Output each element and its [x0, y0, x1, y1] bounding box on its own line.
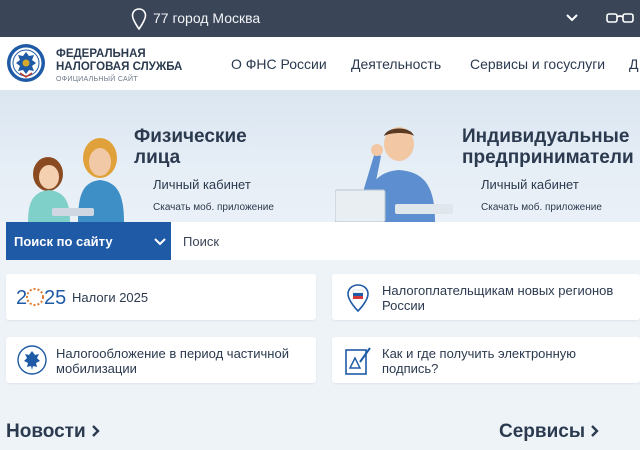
entrepreneurs-cabinet-link[interactable]: Личный кабинет	[481, 177, 579, 192]
family-photo	[28, 138, 124, 222]
document-signature-icon	[345, 347, 371, 375]
entrepreneurs-title-line1[interactable]: Индивидуальные	[462, 126, 629, 148]
nav-truncated-item[interactable]: Д	[629, 56, 638, 72]
entrepreneur-photo	[335, 127, 453, 222]
services-heading-label: Сервисы	[499, 421, 586, 442]
card-e-signature-line1: Как и где получить электронную	[382, 346, 577, 361]
card-mobilization-line2: мобилизации	[56, 361, 137, 376]
card-taxes-label: Налоги 2025	[72, 290, 149, 305]
logo-title-line1[interactable]: ФЕДЕРАЛЬНАЯ	[56, 48, 146, 61]
individuals-app-link[interactable]: Скачать моб. приложение	[153, 202, 274, 213]
taxes-2025-logo-icon: 2 25	[16, 287, 66, 309]
chevron-down-icon	[154, 238, 166, 246]
nav-services[interactable]: Сервисы и госуслуги	[470, 56, 605, 72]
location-pin-icon[interactable]	[131, 8, 147, 30]
entrepreneurs-title-line2[interactable]: предприниматели	[462, 147, 634, 169]
chevron-right-icon	[591, 425, 600, 437]
search-scope-select[interactable]: Поиск по сайту	[6, 222, 171, 260]
individuals-cabinet-link[interactable]: Личный кабинет	[153, 177, 251, 192]
chevron-right-icon	[92, 425, 100, 437]
fns-emblem-icon[interactable]	[6, 43, 46, 83]
news-heading-label: Новости	[6, 421, 86, 442]
nav-about-fns[interactable]: О ФНС России	[231, 56, 327, 72]
card-e-signature[interactable]: Как и где получить электронную подпись?	[332, 337, 640, 383]
logo-subtitle: ОФИЦИАЛЬНЫЙ САЙТ	[56, 76, 138, 83]
search-scope-label: Поиск по сайту	[14, 234, 113, 249]
search-input[interactable]	[171, 222, 640, 260]
services-heading[interactable]: Сервисы	[499, 421, 600, 443]
top-bar: 77 город Москва	[0, 0, 640, 37]
individuals-title-line1[interactable]: Физические	[134, 126, 247, 148]
card-new-regions-line1: Налогоплательщикам новых регионов	[382, 283, 614, 298]
logo-title-line2[interactable]: НАЛОГОВАЯ СЛУЖБА	[56, 61, 182, 74]
hero-banner: Физические лица Личный кабинет Скачать м…	[0, 90, 640, 222]
card-e-signature-line2: подпись?	[382, 361, 439, 376]
nav-activity[interactable]: Деятельность	[351, 56, 441, 72]
card-taxes-2025[interactable]: 2 25 Налоги 2025	[6, 274, 316, 320]
news-heading[interactable]: Новости	[6, 421, 101, 443]
chevron-down-icon[interactable]	[565, 12, 579, 24]
emblem-icon	[17, 345, 47, 375]
glasses-icon[interactable]	[606, 11, 634, 25]
card-mobilization[interactable]: Налогообложение в период частичной мобил…	[6, 337, 316, 383]
card-new-regions-line2: России	[382, 298, 425, 313]
card-new-regions[interactable]: Налогоплательщикам новых регионов России	[332, 274, 640, 320]
map-pin-flag-icon	[347, 284, 369, 313]
card-mobilization-line1: Налогообложение в период частичной	[56, 346, 289, 361]
individuals-title-line2[interactable]: лица	[134, 147, 180, 169]
svg-text:2: 2	[16, 287, 27, 309]
region-selector[interactable]: 77 город Москва	[153, 10, 260, 26]
svg-text:25: 25	[44, 287, 66, 309]
entrepreneurs-app-link[interactable]: Скачать моб. приложение	[481, 202, 602, 213]
